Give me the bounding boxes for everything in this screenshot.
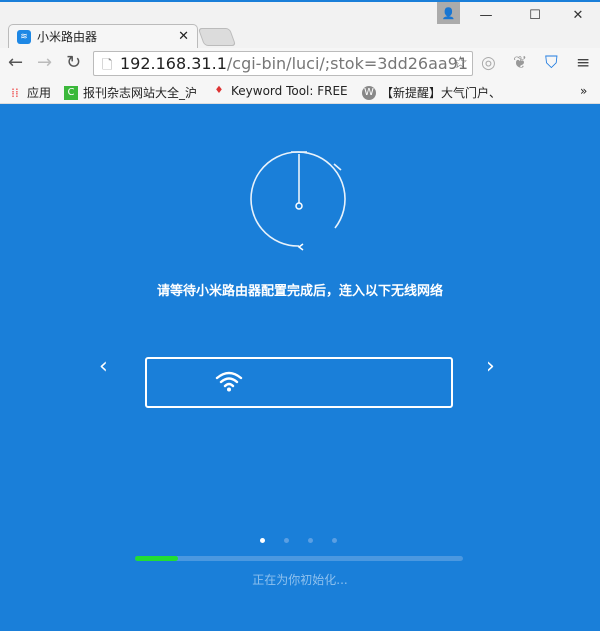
wifi-icon <box>215 371 243 392</box>
tab-close-button[interactable]: ✕ <box>178 29 189 44</box>
flame-icon: ♦ <box>214 85 224 96</box>
bookmarks-more-button[interactable]: » <box>580 84 587 98</box>
bookmark-item[interactable]: ♦ Keyword Tool: FREE <box>212 84 348 98</box>
status-text: 正在为你初始化... <box>252 573 348 587</box>
bookmarks-bar: ⁞⁞ 应用 C 报刊杂志网站大全_沪 ♦ Keyword Tool: FREE W 【新… <box>0 80 600 104</box>
url-path: /cgi-bin/luci/;stok=3dd26aa91 <box>226 54 469 73</box>
carousel-indicator <box>0 538 600 544</box>
user-profile-button[interactable]: 👤 <box>437 2 460 24</box>
browser-chrome: 👤 — ☐ ✕ ≋ 小米路由器 ✕ ← → ↻ 🗋 192.168.31.1/c… <box>0 0 600 104</box>
instruction-message: 请等待小米路由器配置完成后，连入以下无线网络 <box>156 284 443 299</box>
maximize-button[interactable]: ☐ <box>513 2 557 28</box>
bookmark-label: 应用 <box>27 86 52 100</box>
carousel-dot[interactable] <box>332 538 337 543</box>
menu-icon[interactable]: ≡ <box>576 53 590 73</box>
page-icon: 🗋 <box>102 58 113 73</box>
bookmark-label: 报刊杂志网站大全_沪 <box>83 86 198 100</box>
tab-title: 小米路由器 <box>37 30 98 44</box>
address-bar[interactable]: 🗋 192.168.31.1/cgi-bin/luci/;stok=3dd26a… <box>93 51 473 76</box>
apps-grid-icon: ⁞⁞ <box>11 85 19 100</box>
progress-fill <box>135 556 178 561</box>
star-icon[interactable]: ☆ <box>453 53 468 73</box>
url-host: 192.168.31.1 <box>120 54 227 73</box>
carousel-dot[interactable] <box>260 538 265 543</box>
close-window-button[interactable]: ✕ <box>556 2 600 28</box>
wordpress-icon: W <box>362 85 376 100</box>
shield-icon[interactable]: ⛉ <box>545 53 558 73</box>
bookmark-apps[interactable]: ⁞⁞ 应用 <box>8 84 51 101</box>
extension-icon[interactable]: ❦ <box>513 53 527 73</box>
back-icon[interactable]: ← <box>8 52 23 73</box>
wifi-icon: ≋ <box>17 29 31 44</box>
tab-active[interactable]: ≋ 小米路由器 ✕ <box>8 24 198 48</box>
prev-arrow-button[interactable]: ‹ <box>99 354 108 379</box>
bookmark-label: 【新提醒】大气门户、 <box>381 86 502 100</box>
toolbar: ← → ↻ 🗋 192.168.31.1/cgi-bin/luci/;stok=… <box>0 48 600 80</box>
bookmark-item[interactable]: C 报刊杂志网站大全_沪 <box>64 84 197 101</box>
extension-icon[interactable]: ◎ <box>481 53 496 73</box>
carousel-dot[interactable] <box>308 538 313 543</box>
minimize-button[interactable]: — <box>464 2 508 28</box>
stopwatch-icon <box>250 151 346 251</box>
carousel-dot[interactable] <box>284 538 289 543</box>
wifi-network-card <box>145 357 453 408</box>
bookmark-item[interactable]: W 【新提醒】大气门户、 <box>362 84 501 101</box>
progress-bar <box>135 556 463 561</box>
forward-icon[interactable]: → <box>37 52 52 73</box>
bookmark-label: Keyword Tool: FREE <box>231 84 348 98</box>
new-tab-button[interactable] <box>197 28 237 46</box>
reload-icon[interactable]: ↻ <box>66 52 81 73</box>
refresh-icon: C <box>64 85 78 100</box>
next-arrow-button[interactable]: › <box>486 354 495 379</box>
setup-page: 请等待小米路由器配置完成后，连入以下无线网络 ‹ › 正在为你初始化... <box>0 104 600 631</box>
